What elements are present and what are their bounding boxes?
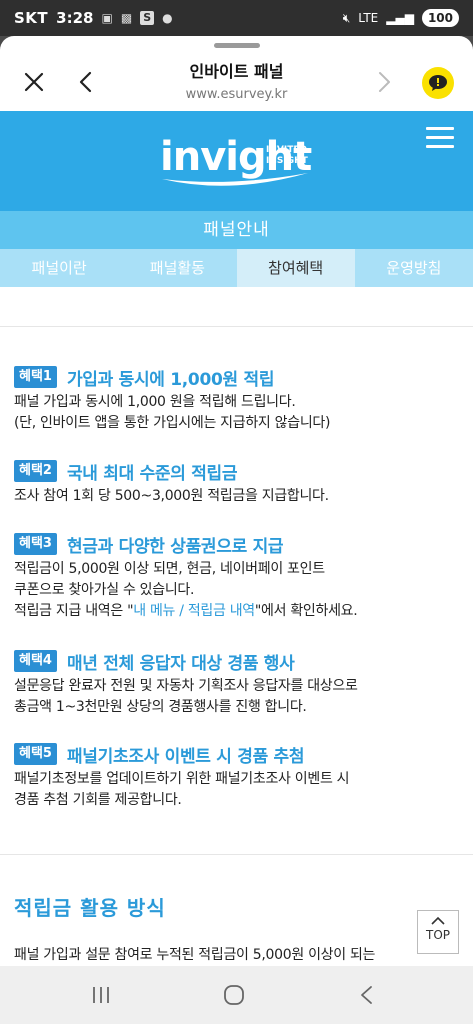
benefit-badge: 혜택1 [14, 366, 57, 388]
logo-swoosh-icon [162, 173, 308, 186]
tab-benefits[interactable]: 참여혜택 [236, 249, 355, 287]
page-title-block: 인바이트 패널 www.esurvey.kr [120, 58, 353, 102]
hamburger-menu-icon[interactable] [426, 127, 454, 149]
android-nav-bar [0, 966, 473, 1024]
benefit-description: 설문응답 완료자 전원 및 자동차 기획조사 응답자를 대상으로 총금액 1~3… [14, 678, 358, 715]
benefit-item: 혜택1 가입과 동시에 1,000원 적립 패널 가입과 동시에 1,000 원… [14, 365, 464, 434]
home-icon[interactable] [222, 983, 246, 1007]
benefit-description: 조사 참여 1회 당 500~3,000원 적립금을 지급합니다. [14, 488, 329, 504]
network-label: LTE [358, 11, 379, 25]
divider [0, 854, 473, 855]
status-time: 3:28 [56, 9, 94, 27]
usage-section-text: 패널 가입과 설문 참여로 누적된 적립금이 5,000원 이상이 되는 [14, 947, 376, 963]
chevron-up-icon [431, 916, 445, 925]
back-arrow-icon[interactable] [74, 70, 98, 94]
benefit-description: 패널 가입과 동시에 1,000 원을 적립해 드립니다. (단, 인바이트 앱… [14, 394, 331, 431]
tab-panel-about[interactable]: 패널이란 [0, 249, 118, 287]
nav-back-icon[interactable] [357, 984, 377, 1006]
status-bar: SKT 3:28 ▣ ▩ S ● 🔇︎ LTE ▂▄▆ 100 [0, 0, 473, 36]
benefit-badge: 혜택5 [14, 743, 57, 765]
benefit-title: 매년 전체 응답자 대상 경품 행사 [66, 653, 295, 674]
tab-bar: 패널이란 패널활동 참여혜택 운영방침 [0, 249, 473, 287]
sheet-drag-handle[interactable] [214, 43, 260, 48]
browser-header: 인바이트 패널 www.esurvey.kr [0, 50, 473, 112]
forward-arrow-icon[interactable] [372, 70, 396, 94]
recent-apps-icon[interactable] [90, 984, 112, 1006]
benefit-title: 패널기초조사 이벤트 시 경품 추첨 [66, 746, 305, 767]
benefit-description: 적립금이 5,000원 이상 되면, 현금, 네이버페이 포인트 쿠폰으로 찾아… [14, 561, 358, 619]
signal-icon: ▂▄▆ [386, 11, 414, 25]
chat-bubble-icon [429, 75, 447, 91]
qr-icon: ▩ [120, 11, 133, 25]
benefit-badge: 혜택4 [14, 650, 57, 672]
kakao-chat-button[interactable] [422, 67, 454, 99]
benefit-title: 국내 최대 수준의 적립금 [66, 463, 238, 484]
benefit-description: 패널기초정보를 업데이트하기 위한 패널기초조사 이벤트 시 경품 추첨 기회를… [14, 771, 350, 808]
benefit-badge: 혜택2 [14, 460, 57, 482]
webview-sheet: 인바이트 패널 www.esurvey.kr invight INVITED I… [0, 36, 473, 966]
logo-subtext: INVITED INSIGHT [266, 145, 308, 166]
battery-indicator: 100 [421, 9, 459, 27]
benefit-title: 가입과 동시에 1,000원 적립 [66, 369, 275, 390]
page-url: www.esurvey.kr [185, 87, 288, 102]
site-header: invight INVITED INSIGHT [0, 111, 473, 211]
scroll-top-button[interactable]: TOP [417, 910, 459, 954]
benefit-badge: 혜택3 [14, 533, 57, 555]
tab-policy[interactable]: 운영방침 [355, 249, 473, 287]
invight-logo[interactable]: invight INVITED INSIGHT [160, 135, 320, 191]
mute-icon: 🔇︎ [342, 10, 351, 25]
benefit-title: 현금과 다양한 상품권으로 지급 [66, 536, 284, 557]
tab-panel-activity[interactable]: 패널활동 [118, 249, 236, 287]
benefit-item: 혜택4 매년 전체 응답자 대상 경품 행사 설문응답 완료자 전원 및 자동차… [14, 649, 464, 718]
divider [0, 326, 473, 327]
close-icon[interactable] [22, 70, 46, 94]
my-menu-points-link[interactable]: 내 메뉴 / 적립금 내역 [133, 603, 255, 619]
carrier-label: SKT [14, 9, 49, 27]
screenshot-icon: ▣ [101, 11, 113, 25]
benefit-item: 혜택5 패널기초조사 이벤트 시 경품 추첨 패널기초정보를 업데이트하기 위한… [14, 742, 464, 811]
app-s-icon: S [140, 11, 155, 25]
benefit-item: 혜택3 현금과 다양한 상품권으로 지급 적립금이 5,000원 이상 되면, … [14, 532, 464, 622]
section-title-bar: 패널안내 [0, 211, 473, 249]
benefit-item: 혜택2 국내 최대 수준의 적립금 조사 참여 1회 당 500~3,000원 … [14, 459, 464, 507]
dot-icon: ● [162, 11, 173, 25]
scroll-top-label: TOP [425, 928, 450, 942]
page-title: 인바이트 패널 [189, 62, 284, 81]
usage-section-title: 적립금 활용 방식 [14, 896, 166, 920]
